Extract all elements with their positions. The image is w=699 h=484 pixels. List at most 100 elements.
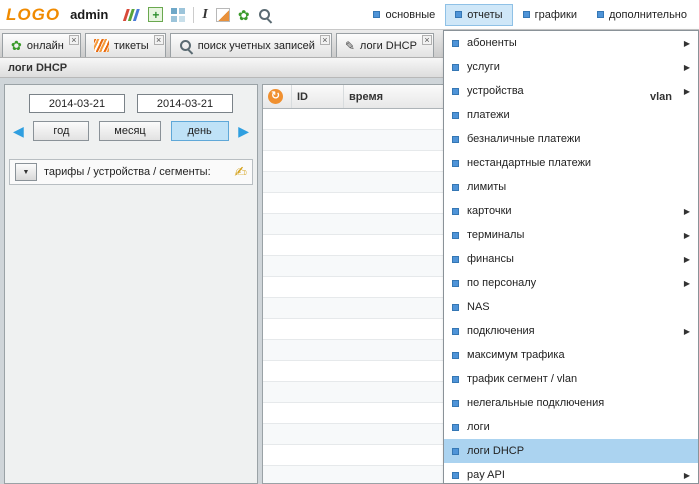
menu-item-label: подключения <box>467 325 535 337</box>
menu-item-label: логи DHCP <box>467 445 524 457</box>
brush-strokes-icon[interactable] <box>122 7 143 22</box>
refresh-icon[interactable]: ↻ <box>268 89 283 104</box>
menu-bullet-icon <box>452 40 459 47</box>
menu-bullet-icon <box>452 136 459 143</box>
app-logo: LOGO <box>6 5 60 25</box>
reports-menu-item-po-personalu[interactable]: по персоналу ▶ <box>444 271 698 295</box>
search-icon[interactable] <box>258 8 272 22</box>
collapse-arrow-icon: ▼ <box>23 169 30 176</box>
period-month-button[interactable]: месяц <box>99 121 161 141</box>
next-period-button[interactable]: ▶ <box>238 124 249 138</box>
menu-bullet-icon <box>452 64 459 71</box>
tab-label: поиск учетных записей <box>198 40 315 52</box>
menu-item-label: нелегальные подключения <box>467 397 604 409</box>
submenu-arrow-icon: ▶ <box>684 231 690 240</box>
close-icon[interactable]: × <box>154 35 164 45</box>
menu-bullet-icon <box>452 208 459 215</box>
windows-icon[interactable] <box>171 8 185 22</box>
search-icon <box>179 39 193 53</box>
close-icon[interactable]: × <box>422 35 432 45</box>
reports-menu-item-nestandart-platezhi[interactable]: нестандартные платежи <box>444 151 698 175</box>
reports-menu-item-beznal-platezhi[interactable]: безналичные платежи <box>444 127 698 151</box>
filter-sidebar: ◀ год месяц день ▶ ▼ тарифы / устройства… <box>4 84 258 484</box>
period-day-button[interactable]: день <box>171 121 229 141</box>
menu-item-label: платежи <box>467 109 510 121</box>
period-year-button[interactable]: год <box>33 121 89 141</box>
collapse-button[interactable]: ▼ <box>15 163 37 181</box>
filter-section: ▼ тарифы / устройства / сегменты: ✍ <box>9 159 253 185</box>
reports-menu-item-logi-dhcp[interactable]: логи DHCP <box>444 439 698 463</box>
menu-bullet-icon <box>452 424 459 431</box>
menu-item-label: карточки <box>467 205 512 217</box>
tab-tickets[interactable]: тикеты × <box>85 33 166 57</box>
reports-menu-item-terminaly[interactable]: терминалы ▶ <box>444 223 698 247</box>
menu-bullet-icon <box>452 88 459 95</box>
reports-menu-item-maksimum-trafika[interactable]: максимум трафика <box>444 343 698 367</box>
menu-bullet-icon <box>452 448 459 455</box>
prev-period-button[interactable]: ◀ <box>13 124 24 138</box>
menu-bullet-icon <box>373 11 380 18</box>
close-icon[interactable]: × <box>69 35 79 45</box>
tab-label: онлайн <box>27 40 64 52</box>
plus-glyph: + <box>152 9 159 21</box>
date-range <box>5 94 257 113</box>
reports-menu-item-kartochki[interactable]: карточки ▶ <box>444 199 698 223</box>
reports-menu-item-limity[interactable]: лимиты <box>444 175 698 199</box>
tab-dhcp-logs[interactable]: ✎ логи DHCP × <box>336 33 434 57</box>
submenu-arrow-icon: ▶ <box>684 279 690 288</box>
text-tool-icon[interactable]: I <box>202 7 207 23</box>
main-menu: основные отчеты графики дополнительно <box>363 0 699 29</box>
menu-bullet-icon <box>523 11 530 18</box>
reports-menu-item-nas[interactable]: NAS <box>444 295 698 319</box>
menu-label: дополнительно <box>609 9 687 21</box>
menu-bullet-icon <box>452 280 459 287</box>
reports-menu-item-podklyucheniya[interactable]: подключения ▶ <box>444 319 698 343</box>
add-item-icon[interactable]: + <box>148 7 163 22</box>
clover-icon: ✿ <box>11 39 22 52</box>
submenu-arrow-icon: ▶ <box>684 255 690 264</box>
menu-label: основные <box>385 9 435 21</box>
reports-menu-item-pay-api[interactable]: pay API ▶ <box>444 463 698 484</box>
menu-bullet-icon <box>455 11 462 18</box>
submenu-arrow-icon: ▶ <box>684 87 690 96</box>
menu-bullet-icon <box>452 328 459 335</box>
menu-osnovnye[interactable]: основные <box>363 4 445 26</box>
menu-item-label: pay API <box>467 469 505 481</box>
reports-menu-item-finansy[interactable]: финансы ▶ <box>444 247 698 271</box>
submenu-arrow-icon: ▶ <box>684 471 690 480</box>
clover-icon[interactable]: ✿ <box>238 8 250 22</box>
hand-edit-icon[interactable]: ✍ <box>234 165 247 180</box>
menu-bullet-icon <box>452 352 459 359</box>
reports-menu-item-logi[interactable]: логи <box>444 415 698 439</box>
menu-bullet-icon <box>452 304 459 311</box>
pencil-icon: ✎ <box>345 40 355 52</box>
date-from-input[interactable] <box>29 94 125 113</box>
menu-item-label: финансы <box>467 253 514 265</box>
menu-item-label: логи <box>467 421 490 433</box>
menu-bullet-icon <box>452 112 459 119</box>
menu-bullet-icon <box>597 11 604 18</box>
tab-online[interactable]: ✿ онлайн × <box>2 33 81 57</box>
reports-menu-item-nelegalnye-podklyucheniya[interactable]: нелегальные подключения <box>444 391 698 415</box>
reports-menu-item-trafik-segment-vlan[interactable]: трафик сегмент / vlan <box>444 367 698 391</box>
column-header-id[interactable]: ID <box>291 85 343 108</box>
draw-icon[interactable] <box>216 8 230 22</box>
app-window: LOGO admin + I ✿ основные отчеты графики <box>0 0 699 484</box>
menu-grafiki[interactable]: графики <box>513 4 587 26</box>
menu-item-label: безналичные платежи <box>467 133 580 145</box>
tab-account-search[interactable]: поиск учетных записей × <box>170 33 332 57</box>
reports-menu-item-abonenty[interactable]: абоненты ▶ <box>444 31 698 55</box>
menu-otchety[interactable]: отчеты <box>445 4 512 26</box>
submenu-arrow-icon: ▶ <box>684 63 690 72</box>
menu-bullet-icon <box>452 232 459 239</box>
column-header-vlan[interactable]: vlan <box>650 85 672 109</box>
menu-label: отчеты <box>467 9 502 21</box>
date-to-input[interactable] <box>137 94 233 113</box>
tab-label: логи DHCP <box>360 40 417 52</box>
menu-item-label: по персоналу <box>467 277 536 289</box>
menu-label: графики <box>535 9 577 21</box>
reports-menu-item-uslugi[interactable]: услуги ▶ <box>444 55 698 79</box>
menu-bullet-icon <box>452 256 459 263</box>
close-icon[interactable]: × <box>320 35 330 45</box>
menu-dopolnitelno[interactable]: дополнительно <box>587 4 697 26</box>
